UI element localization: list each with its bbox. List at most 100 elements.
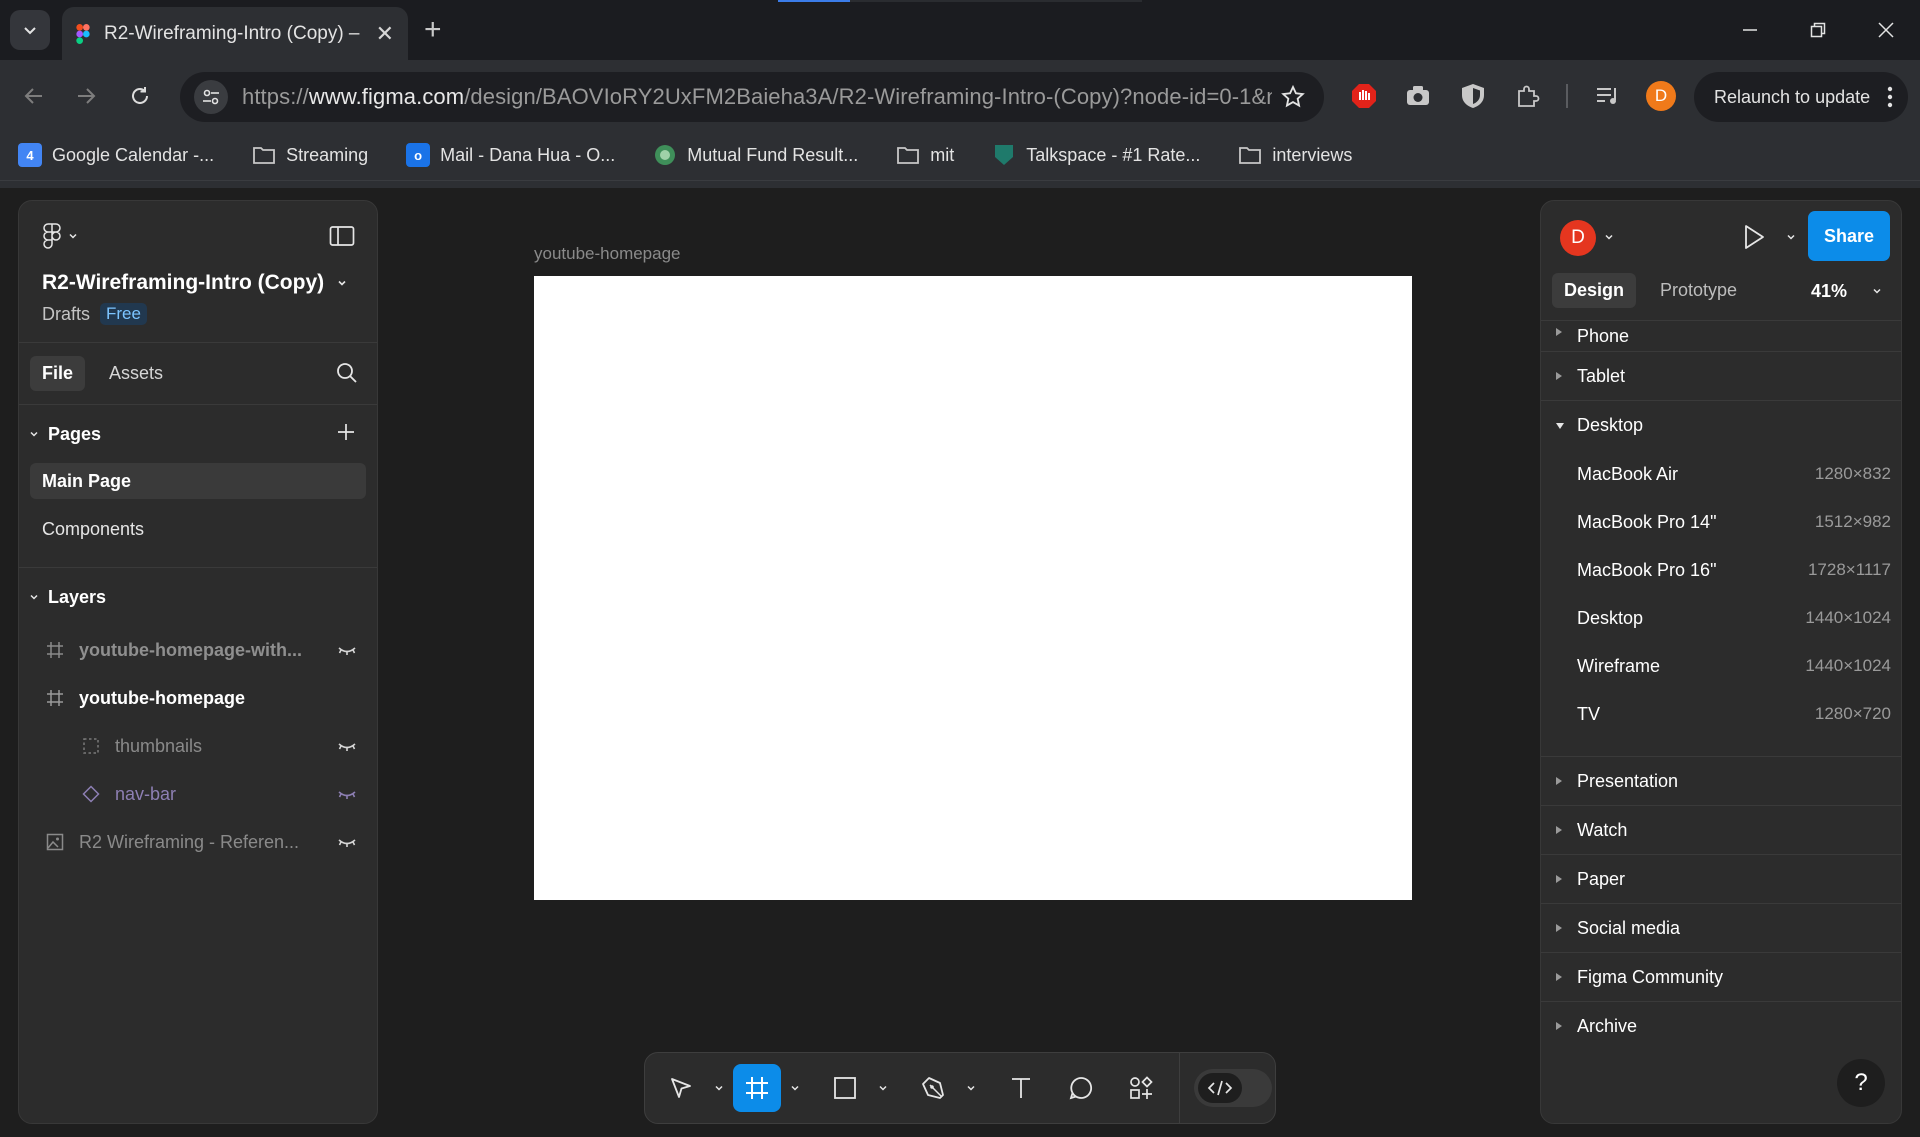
preset-category-archive[interactable]: Archive	[1541, 1002, 1901, 1051]
preset-tv[interactable]: TV 1280×720	[1541, 690, 1901, 738]
extensions-button[interactable]	[1510, 78, 1546, 114]
canvas-frame[interactable]	[534, 276, 1412, 900]
layer-name: thumbnails	[115, 735, 203, 756]
left-sidebar: R2-Wireframing-Intro (Copy) Drafts Free …	[18, 200, 378, 1124]
bookmark-talkspace[interactable]: Talkspace - #1 Rate...	[992, 143, 1200, 167]
bookmark-interviews[interactable]: interviews	[1238, 143, 1352, 167]
tab-prototype[interactable]: Prototype	[1648, 273, 1749, 308]
bookmark-star-icon[interactable]	[1280, 84, 1306, 110]
tab-close-icon[interactable]: ✕	[376, 21, 394, 47]
layer-row[interactable]: R2 Wireframing - Referen...	[19, 818, 377, 866]
move-tool-menu[interactable]	[705, 1064, 733, 1112]
new-tab-button[interactable]: +	[424, 12, 442, 48]
help-button[interactable]: ?	[1837, 1059, 1885, 1107]
file-name-button[interactable]: R2-Wireframing-Intro (Copy)	[42, 271, 348, 295]
bookmark-label: Mutual Fund Result...	[687, 144, 859, 165]
shape-tool-menu[interactable]	[869, 1064, 897, 1112]
zoom-level[interactable]: 41%	[1811, 281, 1847, 302]
bookmark-mutual-fund[interactable]: Mutual Fund Result...	[653, 143, 858, 167]
eye-hidden-icon[interactable]	[337, 640, 357, 660]
tab-design[interactable]: Design	[1552, 273, 1637, 308]
more-vert-icon[interactable]	[1886, 84, 1894, 110]
dev-mode-toggle[interactable]	[1194, 1069, 1272, 1107]
preset-category-desktop[interactable]: Desktop	[1541, 401, 1901, 450]
address-bar[interactable]: https://www.figma.com/design/BAOVIoRY2Ux…	[180, 72, 1324, 122]
folder-icon	[1239, 147, 1262, 164]
layers-header[interactable]: Layers	[19, 568, 377, 626]
screenshot-extension-button[interactable]	[1400, 78, 1436, 114]
reading-list-button[interactable]	[1590, 78, 1626, 114]
plan-badge[interactable]: Free	[100, 303, 147, 325]
reload-button[interactable]	[120, 76, 160, 116]
frame-tool-menu[interactable]	[781, 1064, 809, 1112]
preset-macbook-air[interactable]: MacBook Air 1280×832	[1541, 450, 1901, 498]
back-button[interactable]	[14, 76, 54, 116]
preset-category-tablet[interactable]: Tablet	[1541, 352, 1901, 401]
adblock-extension-button[interactable]	[1346, 78, 1382, 114]
sidebar-toggle-icon[interactable]	[329, 225, 355, 247]
move-tool[interactable]	[657, 1064, 705, 1112]
frame-tool[interactable]	[733, 1064, 781, 1112]
eye-hidden-icon[interactable]	[337, 784, 357, 804]
shield-extension-button[interactable]	[1455, 78, 1491, 114]
bookmark-mit[interactable]: mit	[896, 143, 954, 167]
share-button[interactable]: Share	[1808, 211, 1890, 261]
restore-button[interactable]	[1784, 0, 1852, 60]
rectangle-tool[interactable]	[821, 1064, 869, 1112]
site-info-button[interactable]	[194, 80, 228, 114]
relaunch-to-update-button[interactable]: Relaunch to update	[1694, 72, 1908, 122]
file-location: Drafts Free	[42, 303, 147, 325]
layer-row[interactable]: youtube-homepage-with...	[19, 626, 377, 674]
preset-category-phone[interactable]: Phone	[1541, 321, 1901, 352]
pen-tool-menu[interactable]	[957, 1064, 985, 1112]
preset-macbook-pro-14[interactable]: MacBook Pro 14" 1512×982	[1541, 498, 1901, 546]
puzzle-icon	[1518, 85, 1540, 107]
eye-hidden-icon[interactable]	[337, 832, 357, 852]
page-item-components[interactable]: Components	[30, 511, 366, 547]
layer-name: R2 Wireframing - Referen...	[79, 831, 300, 852]
minimize-button[interactable]	[1716, 0, 1784, 60]
bookmark-google-calendar[interactable]: 4 Google Calendar -...	[18, 143, 214, 167]
preset-category-watch[interactable]: Watch	[1541, 806, 1901, 855]
url-text[interactable]: https://www.figma.com/design/BAOVIoRY2Ux…	[242, 84, 1272, 110]
bookmark-mail[interactable]: o Mail - Dana Hua - O...	[406, 143, 615, 167]
chevron-down-icon[interactable]	[1785, 231, 1797, 243]
caret-right-icon	[1556, 924, 1562, 932]
preset-category-presentation[interactable]: Presentation	[1541, 757, 1901, 806]
add-page-icon[interactable]	[335, 421, 357, 443]
comment-tool[interactable]	[1057, 1064, 1105, 1112]
main-menu-button[interactable]	[43, 223, 79, 249]
chevron-down-icon[interactable]	[1871, 285, 1883, 297]
layer-row[interactable]: youtube-homepage	[19, 674, 377, 722]
actions-tool[interactable]	[1117, 1064, 1165, 1112]
page-item-main-page[interactable]: Main Page	[30, 463, 366, 499]
present-play-icon[interactable]	[1741, 223, 1767, 251]
preset-category-social-media[interactable]: Social media	[1541, 904, 1901, 953]
browser-tab-active[interactable]: R2-Wireframing-Intro (Copy) – F ✕	[62, 7, 408, 60]
tab-search-button[interactable]	[10, 10, 50, 50]
tab-file[interactable]: File	[30, 356, 86, 391]
preset-macbook-pro-16[interactable]: MacBook Pro 16" 1728×1117	[1541, 546, 1901, 594]
chevron-down-icon[interactable]	[1603, 231, 1615, 243]
preset-category-paper[interactable]: Paper	[1541, 855, 1901, 904]
category-label: Figma Community	[1577, 966, 1724, 987]
eye-hidden-icon[interactable]	[337, 736, 357, 756]
layer-row[interactable]: thumbnails	[19, 722, 377, 770]
preset-desktop[interactable]: Desktop 1440×1024	[1541, 594, 1901, 642]
frame-label[interactable]: youtube-homepage	[534, 244, 681, 264]
pages-header[interactable]: Pages	[19, 405, 377, 463]
preset-wireframe[interactable]: Wireframe 1440×1024	[1541, 642, 1901, 690]
bookmark-streaming[interactable]: Streaming	[252, 143, 368, 167]
text-tool[interactable]	[997, 1064, 1045, 1112]
user-avatar[interactable]: D	[1560, 220, 1596, 256]
profile-avatar[interactable]: D	[1646, 81, 1676, 111]
search-icon[interactable]	[335, 361, 359, 385]
close-window-button[interactable]	[1852, 0, 1920, 60]
pen-tool[interactable]	[909, 1064, 957, 1112]
preset-category-figma-community[interactable]: Figma Community	[1541, 953, 1901, 1002]
forward-button[interactable]	[66, 76, 106, 116]
drafts-link[interactable]: Drafts	[42, 304, 90, 325]
image-icon	[43, 830, 67, 854]
tab-assets[interactable]: Assets	[97, 356, 175, 391]
layer-row[interactable]: nav-bar	[19, 770, 377, 818]
